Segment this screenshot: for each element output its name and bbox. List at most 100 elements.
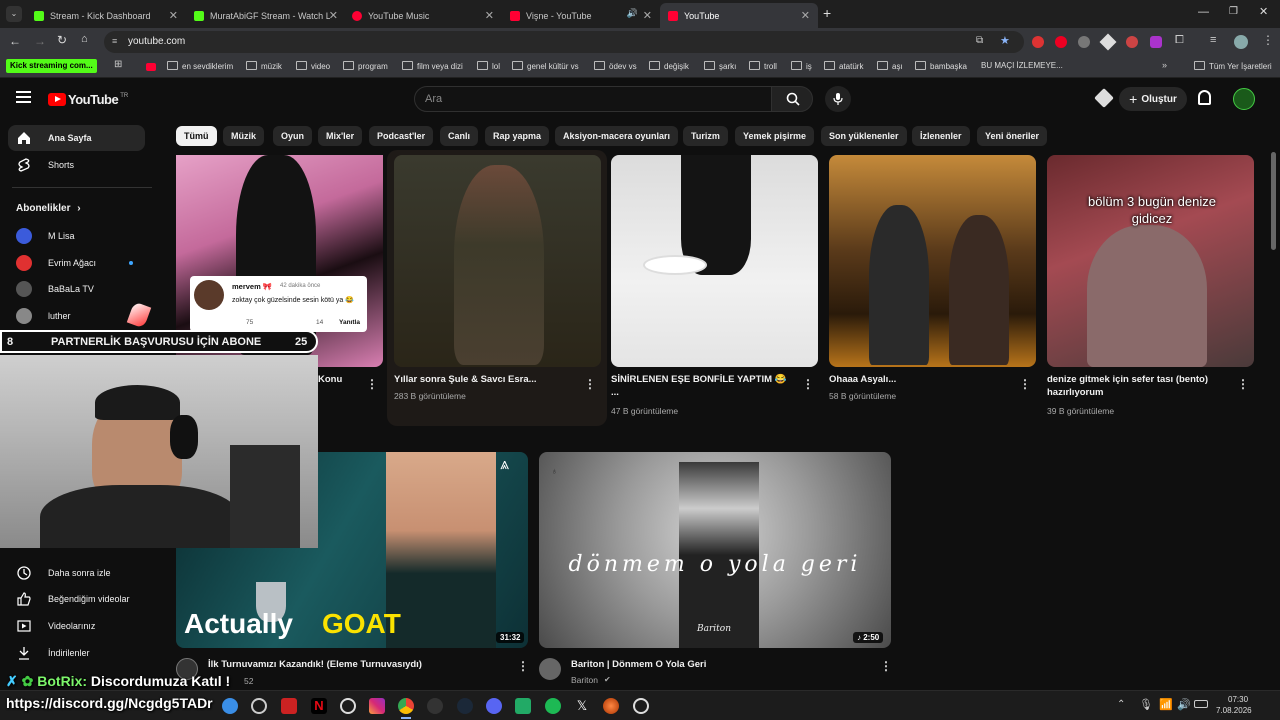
subscriptions-header[interactable]: Abonelikler ›: [16, 203, 81, 214]
cast-icon[interactable]: [1094, 88, 1114, 108]
bookmark-folder[interactable]: en sevdiklerim: [167, 61, 233, 71]
sidebar-channel-babala-tv[interactable]: BaBaLa TV: [16, 281, 94, 297]
install-app-icon[interactable]: ⧉: [976, 35, 983, 46]
home-button[interactable]: ⌂: [81, 33, 88, 45]
bookmark-folder[interactable]: lol: [477, 61, 500, 71]
bookmark-folder[interactable]: program: [343, 61, 388, 71]
more-options-icon[interactable]: ⋮: [366, 377, 378, 391]
chip-recently-uploaded[interactable]: Son yüklenenler: [821, 126, 907, 146]
edge-icon[interactable]: [222, 698, 238, 714]
extension-icon[interactable]: [1126, 36, 1138, 48]
video-thumbnail[interactable]: [611, 155, 818, 367]
tab-youtube[interactable]: YouTube ✕: [660, 3, 818, 28]
new-tab-button[interactable]: +: [823, 5, 831, 21]
sidebar-channel-luther[interactable]: luther: [16, 308, 71, 324]
sidebar-item-downloads[interactable]: İndirilenler: [16, 645, 90, 661]
app-icon[interactable]: [603, 698, 619, 714]
video-title[interactable]: denize gitmek için sefer tası (bento) ha…: [1047, 373, 1237, 399]
extension-icon[interactable]: [1032, 36, 1044, 48]
chip-mixes[interactable]: Mix'ler: [318, 126, 363, 146]
close-tab-icon[interactable]: ✕: [329, 9, 338, 22]
hamburger-menu-icon[interactable]: [16, 91, 31, 103]
sidebar-item-home[interactable]: Ana Sayfa: [8, 125, 145, 151]
chip-action-adventure[interactable]: Aksiyon-macera oyunları: [555, 126, 679, 146]
sidebar-item-liked-videos[interactable]: Beğendiğim videolar: [16, 591, 130, 607]
spotify-icon[interactable]: [545, 698, 561, 714]
x-icon[interactable]: 𝕏: [574, 698, 590, 714]
tab-search-button[interactable]: ⌄: [6, 6, 22, 22]
bookmark-folder[interactable]: video: [296, 61, 330, 71]
chip-tourism[interactable]: Turizm: [683, 126, 728, 146]
bookmark-star-icon[interactable]: ★: [1000, 34, 1010, 47]
speedometer-icon[interactable]: [251, 698, 267, 714]
video-title[interactable]: SİNİRLENEN EŞE BONFİLE YAPTIM 😂 ...: [611, 373, 791, 399]
chip-all[interactable]: Tümü: [176, 126, 217, 146]
close-tab-icon[interactable]: ✕: [643, 9, 652, 22]
chip-music[interactable]: Müzik: [223, 126, 265, 146]
tab-kick-stream[interactable]: MuratAbiGF Stream - Watch Live ✕: [186, 3, 346, 28]
app-icon[interactable]: [515, 698, 531, 714]
wifi-icon[interactable]: 📶: [1159, 698, 1173, 711]
extension-icon[interactable]: [1099, 33, 1117, 51]
chip-new-to-you[interactable]: Yeni öneriler: [977, 126, 1048, 146]
close-tab-icon[interactable]: ✕: [485, 9, 494, 22]
chip-gaming[interactable]: Oyun: [273, 126, 313, 146]
app-icon[interactable]: [281, 698, 297, 714]
bookmark-folder[interactable]: değişik: [649, 61, 689, 71]
bookmark-folder[interactable]: aşı: [877, 61, 903, 71]
bookmark-folder[interactable]: bambaşka: [915, 61, 967, 71]
bookmark-folder[interactable]: müzik: [246, 61, 282, 71]
chatgpt-icon[interactable]: [340, 698, 356, 714]
more-options-icon[interactable]: ⋮: [880, 659, 892, 673]
chrome-icon[interactable]: [398, 698, 414, 714]
more-options-icon[interactable]: ⋮: [802, 377, 814, 391]
bookmark-folder[interactable]: genel kültür vs: [512, 61, 579, 71]
reading-list-icon[interactable]: ≡: [1210, 34, 1216, 46]
page-scrollbar[interactable]: [1271, 152, 1276, 250]
bookmark-folder[interactable]: atatürk: [824, 61, 863, 71]
voice-search-button[interactable]: [825, 86, 851, 112]
chip-podcasts[interactable]: Podcast'ler: [369, 126, 434, 146]
video-title[interactable]: Konu: [318, 373, 342, 386]
account-avatar[interactable]: [1233, 88, 1255, 110]
close-window-button[interactable]: ✕: [1259, 5, 1268, 18]
video-title[interactable]: Yıllar sonra Şule & Savcı Esra...: [394, 373, 537, 386]
discord-icon[interactable]: [486, 698, 502, 714]
youtube-bookmark-icon[interactable]: [146, 63, 156, 71]
chip-rap[interactable]: Rap yapma: [485, 126, 550, 146]
more-options-icon[interactable]: ⋮: [1237, 377, 1249, 391]
chip-cooking[interactable]: Yemek pişirme: [735, 126, 815, 146]
youtube-logo[interactable]: YouTube TR: [48, 92, 128, 107]
sidebar-channel-m-lisa[interactable]: M Lisa: [16, 228, 75, 244]
extension-icon[interactable]: [1078, 36, 1090, 48]
instagram-icon[interactable]: [369, 698, 385, 714]
steam-icon[interactable]: [457, 698, 473, 714]
clock-time[interactable]: 07:30: [1228, 695, 1248, 704]
more-bookmarks-icon[interactable]: »: [1162, 60, 1167, 70]
extension-icon[interactable]: [1150, 36, 1162, 48]
bookmark-folder[interactable]: troll: [749, 61, 777, 71]
forward-button[interactable]: →: [34, 34, 46, 48]
volume-icon[interactable]: 🔊: [1177, 698, 1191, 711]
address-bar[interactable]: ≡ youtube.com ⧉ ★: [104, 31, 1024, 53]
extension-icon[interactable]: [1055, 36, 1067, 48]
sidebar-item-shorts[interactable]: Shorts: [16, 157, 74, 173]
clock-date[interactable]: 7.08.2026: [1216, 706, 1252, 715]
obs-icon[interactable]: [427, 698, 443, 714]
sidebar-item-watch-later[interactable]: Daha sonra izle: [16, 565, 111, 581]
video-thumbnail[interactable]: dönmem o yola geri Bariton ♁ ♪ 2:50: [539, 452, 891, 648]
sidebar-channel-evrim-agaci[interactable]: Evrim Ağacı: [16, 255, 96, 271]
maximize-button[interactable]: ❐: [1229, 6, 1238, 17]
audio-playing-icon[interactable]: 🔊: [627, 8, 638, 19]
video-thumbnail[interactable]: [829, 155, 1036, 367]
chip-live[interactable]: Canlı: [440, 126, 479, 146]
bookmark-folder[interactable]: şarkı: [704, 61, 736, 71]
channel-avatar[interactable]: [539, 658, 561, 680]
apps-grid-icon[interactable]: ⊞: [114, 59, 122, 70]
chip-watched[interactable]: İzlenenler: [912, 126, 970, 146]
tray-chevron-icon[interactable]: ⌃: [1117, 699, 1125, 710]
microphone-tray-icon[interactable]: 🎙: [1139, 698, 1153, 711]
battery-icon[interactable]: [1194, 700, 1208, 708]
netflix-icon[interactable]: N: [311, 698, 327, 714]
bookmark-folder[interactable]: film veya dizi: [402, 61, 463, 71]
